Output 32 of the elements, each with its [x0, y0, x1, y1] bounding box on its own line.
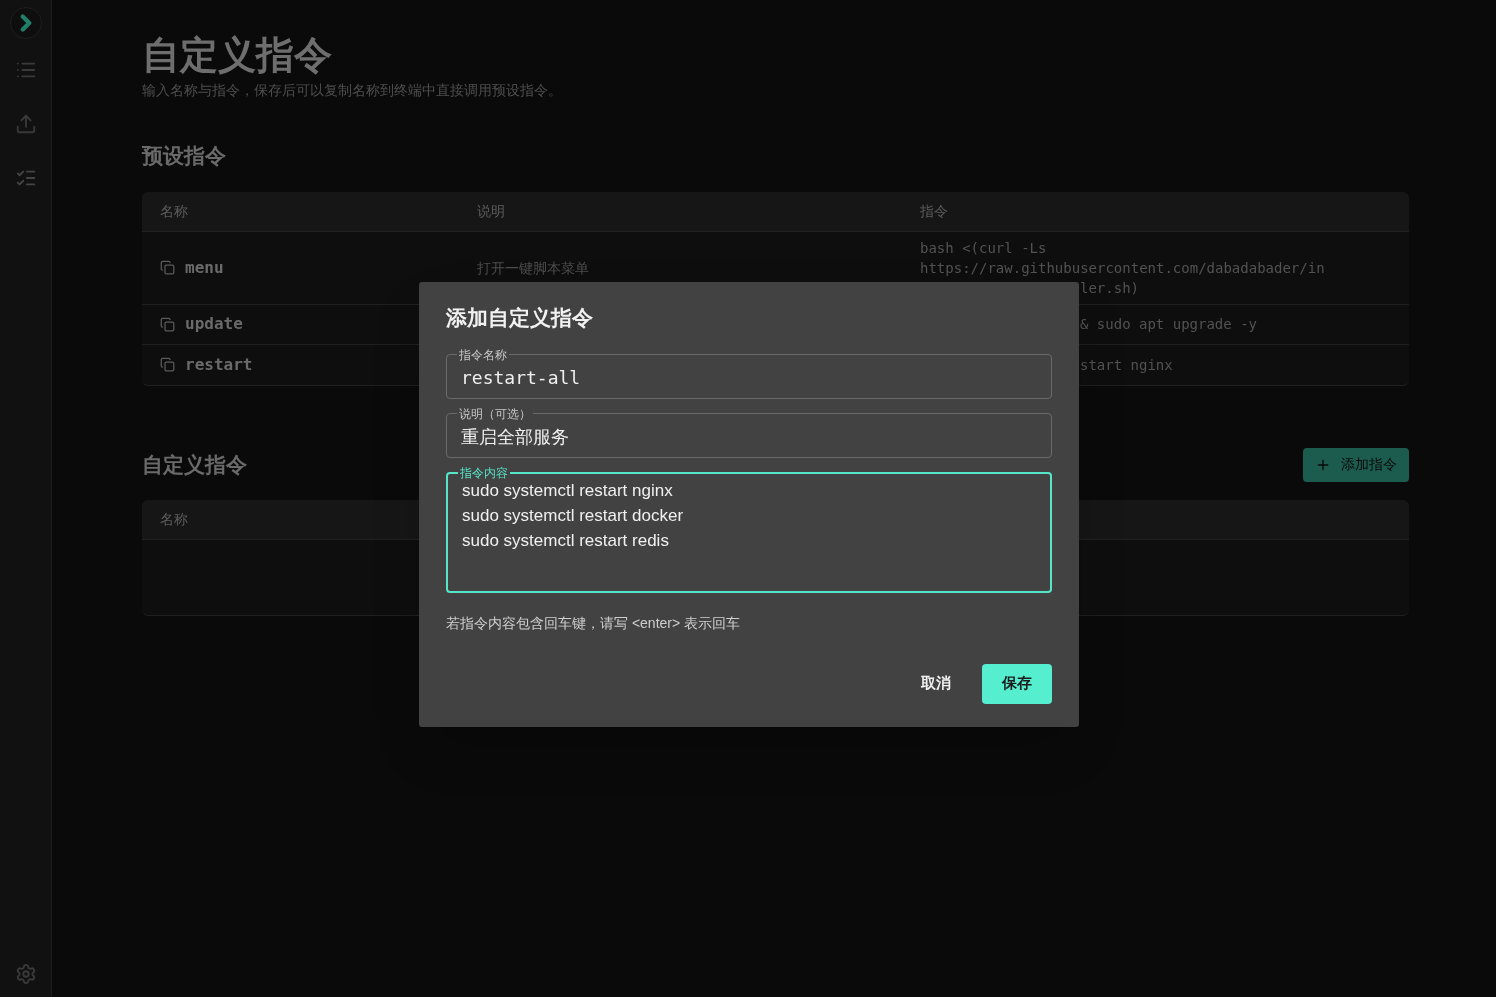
command-name: update: [185, 313, 243, 335]
save-button[interactable]: 保存: [982, 663, 1052, 704]
logo-icon[interactable]: [9, 7, 42, 39]
settings-icon[interactable]: [14, 963, 37, 985]
column-header: 名称: [160, 201, 189, 221]
copy-icon[interactable]: [160, 260, 175, 275]
section-heading: 自定义指令: [142, 451, 247, 478]
column-header: 指令: [920, 201, 949, 221]
dialog-title: 添加自定义指令: [446, 305, 594, 331]
command-name: menu: [185, 256, 224, 279]
section-heading: 预设指令: [142, 143, 227, 169]
column-header: 名称: [160, 509, 188, 529]
cancel-button[interactable]: 取消: [918, 663, 954, 704]
field-label: 说明（可选）: [458, 405, 532, 423]
description-cell: 打开一键脚本菜单: [477, 259, 589, 276]
command-text: ler.sh): [1079, 278, 1140, 298]
text-field[interactable]: 重启全部服务: [461, 422, 1037, 451]
page-subtitle: 输入名称与指令，保存后可以复制名称到终端中直接调用预设指令。: [142, 81, 563, 100]
text-field[interactable]: restart-all: [461, 363, 1037, 392]
field-label: 指令内容: [459, 464, 509, 482]
column-header: 说明: [477, 201, 506, 221]
hint-text: 若指令内容包含回车键，请写 <enter> 表示回车: [446, 613, 742, 633]
command-text: https://raw.githubusercontent.com/dabadabader/in: [920, 258, 1326, 278]
copy-icon[interactable]: [160, 357, 175, 372]
command-text: bash <(curl -Ls: [920, 238, 1048, 258]
page-title: 自定义指令: [142, 33, 333, 78]
command-text: start nginx: [1079, 355, 1174, 375]
field-label: 指令名称: [458, 346, 508, 364]
command-name: restart: [185, 353, 253, 376]
command-text: & sudo apt upgrade -y: [1079, 315, 1258, 334]
copy-icon[interactable]: [160, 316, 175, 332]
upload-icon[interactable]: [14, 113, 37, 135]
